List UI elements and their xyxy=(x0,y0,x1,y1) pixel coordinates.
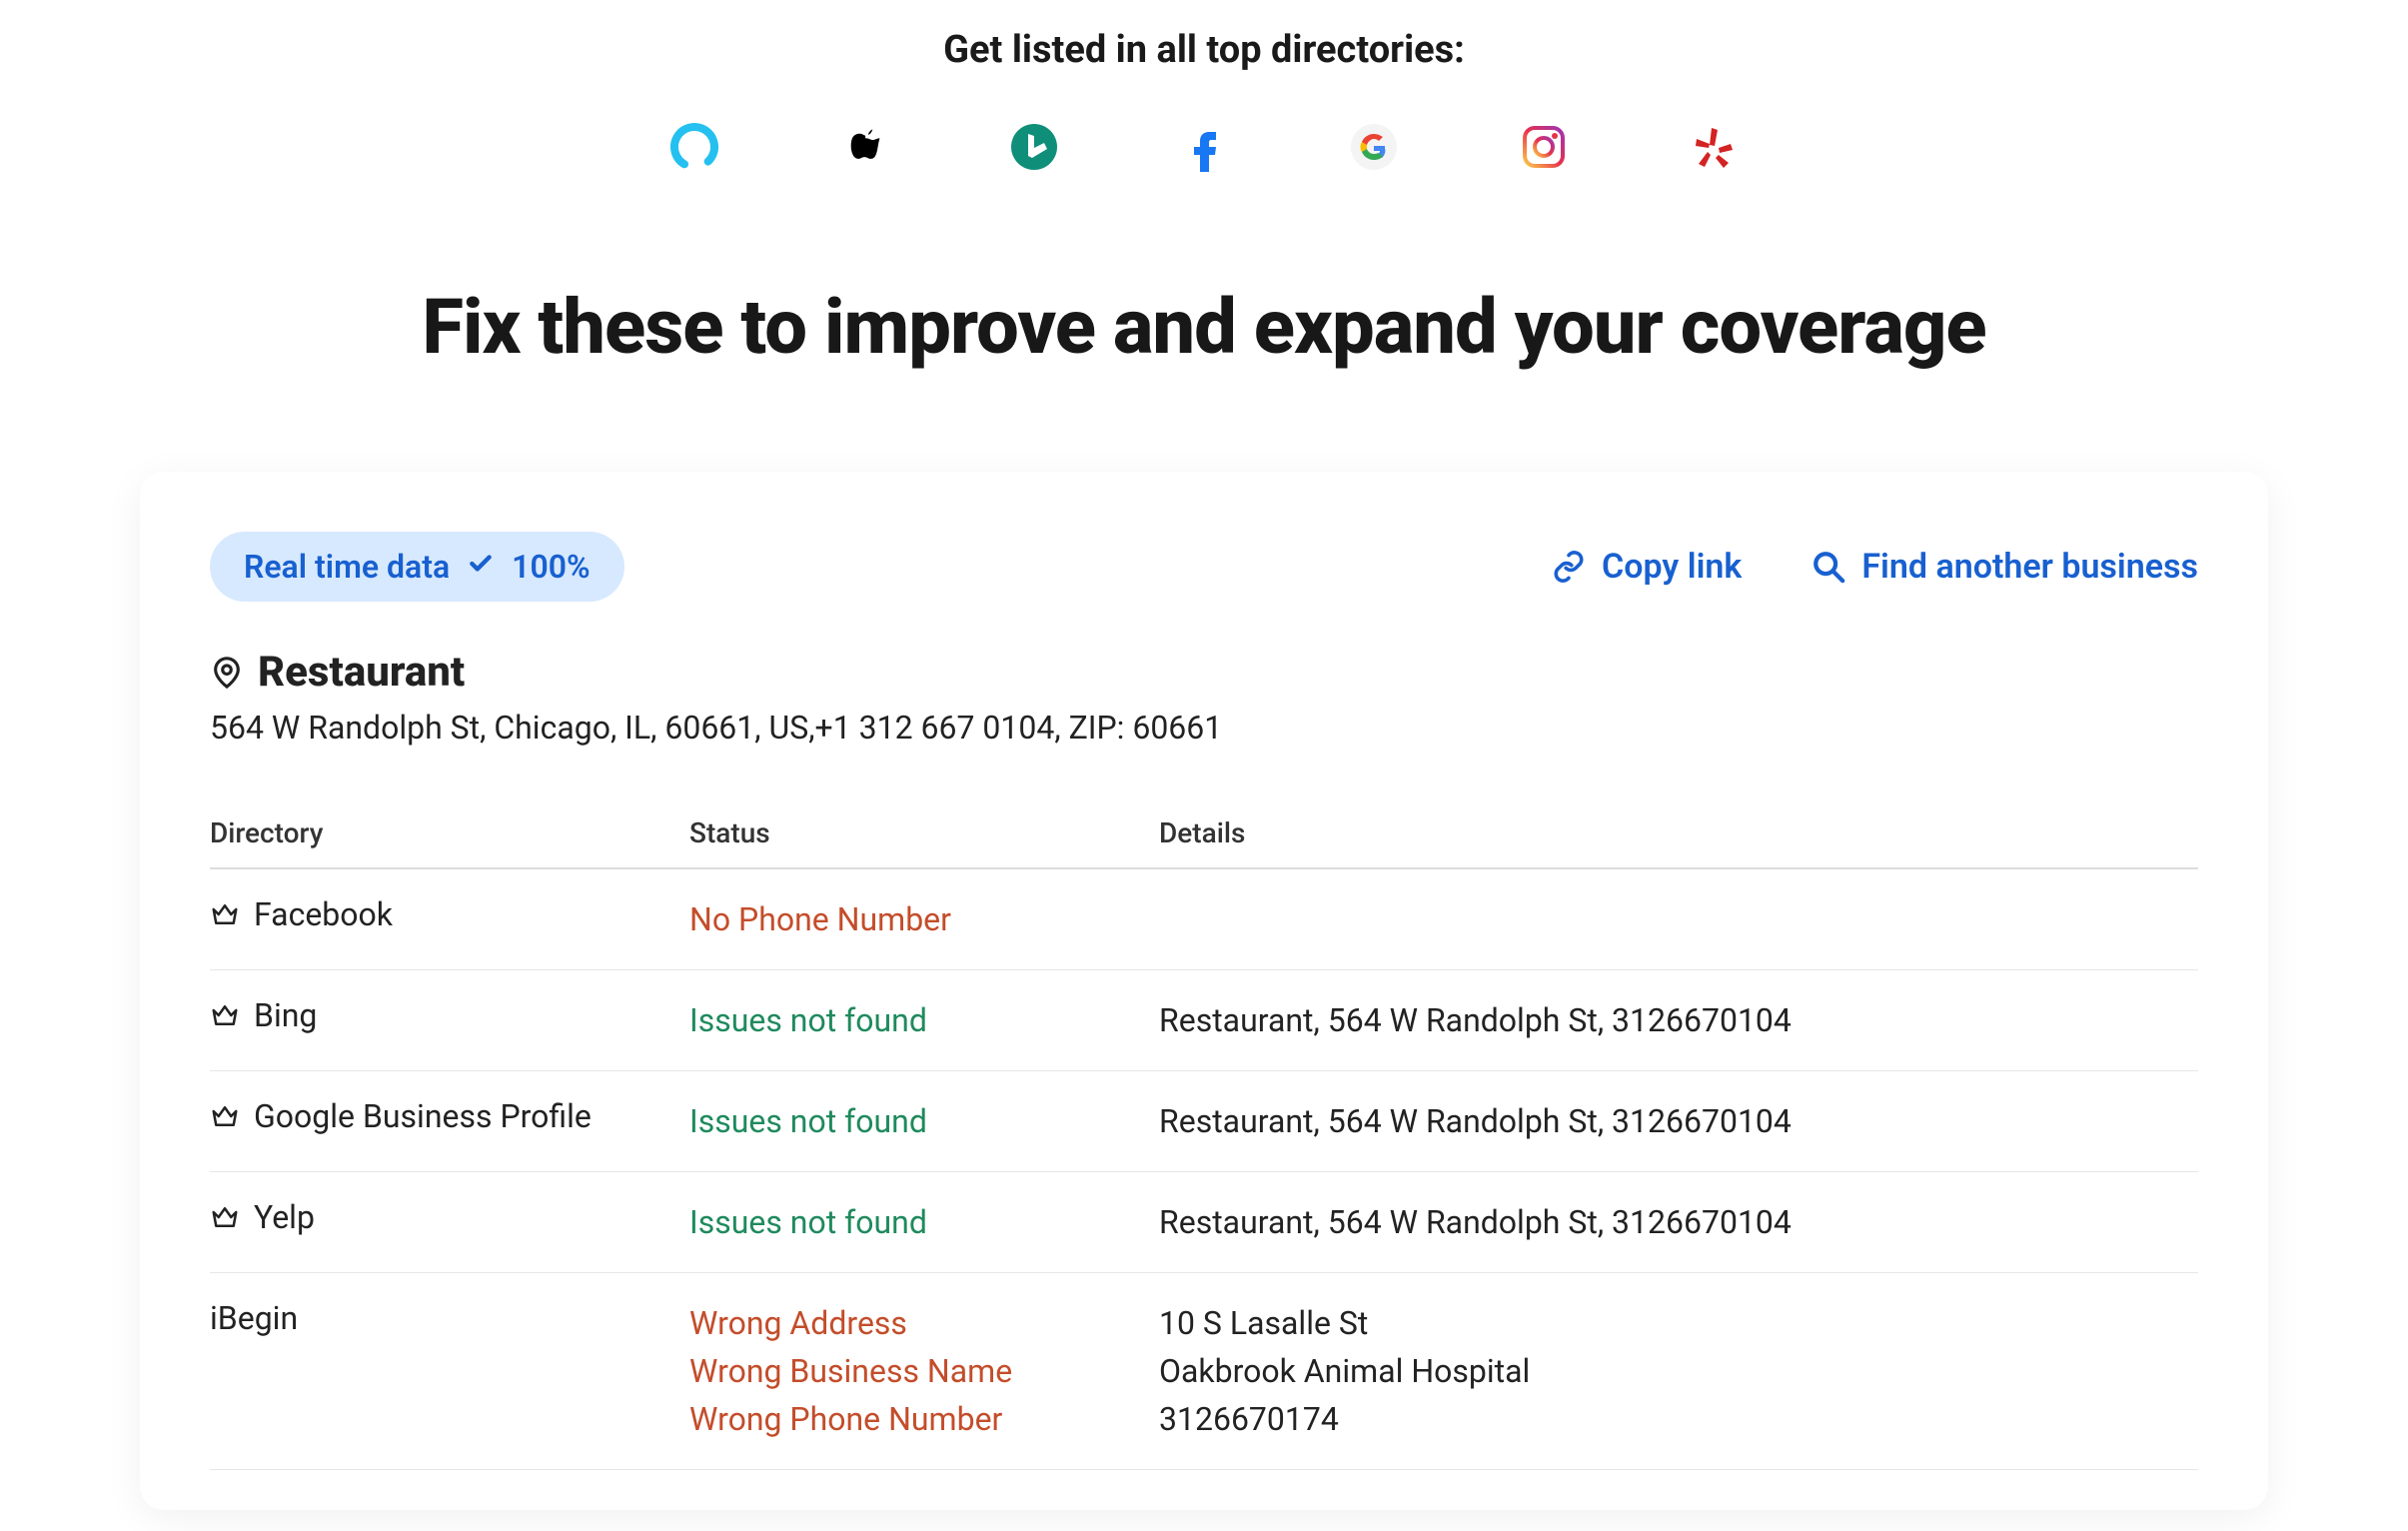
results-card: Real time data 100% Copy link Find anoth… xyxy=(140,472,2268,1510)
th-status: Status xyxy=(689,816,1159,868)
details-cell xyxy=(1159,868,2198,970)
crown-icon xyxy=(210,899,240,929)
directory-name: iBegin xyxy=(210,1299,298,1337)
business-name: Restaurant xyxy=(258,648,465,697)
business-name-row: Restaurant xyxy=(210,648,2198,697)
directory-cell: Facebook xyxy=(210,868,689,970)
table-row: Yelp Issues not foundRestaurant, 564 W Ra… xyxy=(210,1172,2198,1273)
realtime-percent: 100% xyxy=(512,548,590,586)
table-row: Facebook No Phone Number xyxy=(210,868,2198,970)
crown-icon xyxy=(210,1101,240,1131)
alexa-icon xyxy=(669,122,719,172)
top-heading: Get listed in all top directories: xyxy=(0,28,2408,72)
find-business-label: Find another business xyxy=(1861,547,2198,587)
business-header: Restaurant 564 W Randolph St, Chicago, I… xyxy=(210,648,2198,747)
details-cell: Restaurant, 564 W Randolph St, 312667010… xyxy=(1159,1071,2198,1172)
directory-cell: Bing xyxy=(210,970,689,1071)
directory-name: Facebook xyxy=(254,895,393,933)
card-top-row: Real time data 100% Copy link Find anoth… xyxy=(210,532,2198,602)
brand-icon-row xyxy=(0,122,2408,172)
apple-icon xyxy=(839,122,889,172)
detail-line: Oakbrook Animal Hospital xyxy=(1159,1347,2198,1395)
google-icon xyxy=(1349,122,1399,172)
crown-icon xyxy=(210,1000,240,1030)
status-cell: No Phone Number xyxy=(689,868,1159,970)
status-line: Wrong Business Name xyxy=(689,1347,1159,1395)
realtime-badge: Real time data 100% xyxy=(210,532,624,602)
copy-link-label: Copy link xyxy=(1602,547,1742,587)
facebook-icon xyxy=(1179,122,1229,172)
detail-line: 3126670174 xyxy=(1159,1395,2198,1443)
directory-cell: iBegin xyxy=(210,1273,689,1470)
find-business-button[interactable]: Find another business xyxy=(1811,547,2198,587)
status-cell: Wrong AddressWrong Business NameWrong Ph… xyxy=(689,1273,1159,1470)
details-cell: 10 S Lasalle StOakbrook Animal Hospital3… xyxy=(1159,1273,2198,1470)
status-line: No Phone Number xyxy=(689,895,1159,943)
detail-line: Restaurant, 564 W Randolph St, 312667010… xyxy=(1159,1097,2198,1145)
status-line: Issues not found xyxy=(689,996,1159,1044)
table-row: iBegin Wrong AddressWrong Business NameWr… xyxy=(210,1273,2198,1470)
instagram-icon xyxy=(1519,122,1569,172)
status-cell: Issues not found xyxy=(689,1071,1159,1172)
directory-name: Bing xyxy=(254,996,317,1034)
action-row: Copy link Find another business xyxy=(1552,547,2198,587)
status-cell: Issues not found xyxy=(689,970,1159,1071)
bing-icon xyxy=(1009,122,1059,172)
realtime-label: Real time data xyxy=(244,548,450,586)
business-address: 564 W Randolph St, Chicago, IL, 60661, U… xyxy=(210,709,2198,747)
table-row: Google Business Profile Issues not foundR… xyxy=(210,1071,2198,1172)
table-row: Bing Issues not foundRestaurant, 564 W Ra… xyxy=(210,970,2198,1071)
fix-heading: Fix these to improve and expand your cov… xyxy=(0,282,2408,372)
th-directory: Directory xyxy=(210,816,689,868)
detail-line: Restaurant, 564 W Randolph St, 312667010… xyxy=(1159,996,2198,1044)
status-line: Issues not found xyxy=(689,1097,1159,1145)
location-pin-icon xyxy=(210,656,244,690)
crown-icon xyxy=(210,1202,240,1232)
copy-link-button[interactable]: Copy link xyxy=(1552,547,1742,587)
detail-line: Restaurant, 564 W Randolph St, 312667010… xyxy=(1159,1198,2198,1246)
directory-name: Google Business Profile xyxy=(254,1097,592,1135)
directory-cell: Google Business Profile xyxy=(210,1071,689,1172)
link-icon xyxy=(1552,550,1586,584)
details-cell: Restaurant, 564 W Randolph St, 312667010… xyxy=(1159,970,2198,1071)
directory-name: Yelp xyxy=(254,1198,315,1236)
directory-table: Directory Status Details Facebook No Phon… xyxy=(210,816,2198,1470)
yelp-icon xyxy=(1689,122,1739,172)
status-line: Wrong Address xyxy=(689,1299,1159,1347)
directory-cell: Yelp xyxy=(210,1172,689,1273)
status-line: Wrong Phone Number xyxy=(689,1395,1159,1443)
search-icon xyxy=(1811,550,1845,584)
detail-line: 10 S Lasalle St xyxy=(1159,1299,2198,1347)
status-cell: Issues not found xyxy=(689,1172,1159,1273)
check-icon xyxy=(468,550,494,585)
th-details: Details xyxy=(1159,816,2198,868)
status-line: Issues not found xyxy=(689,1198,1159,1246)
details-cell: Restaurant, 564 W Randolph St, 312667010… xyxy=(1159,1172,2198,1273)
